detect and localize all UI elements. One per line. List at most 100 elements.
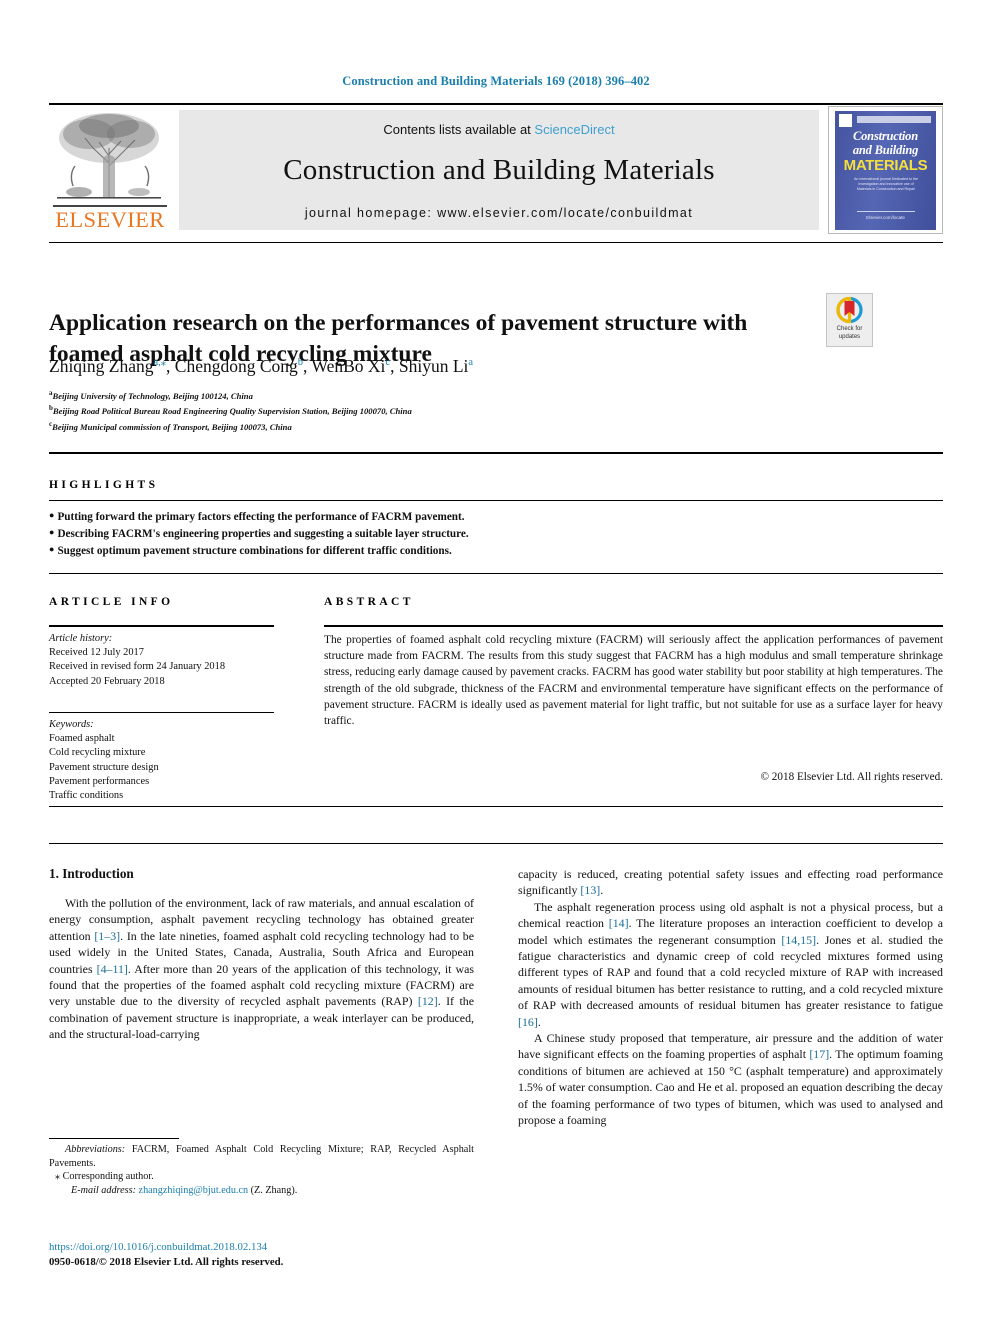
highlights-mid-rule [49,500,943,501]
keywords-list: Keywords: Foamed asphalt Cold recycling … [49,718,299,803]
bullet-icon: ● [49,544,55,555]
highlights-top-rule [49,452,943,454]
affiliation-item: bBeijing Road Political Bureau Road Engi… [49,402,839,417]
article-history-label: Article history: [49,633,113,644]
cover-title-line1: Construction [853,129,918,143]
footnote-block: Abbreviations: FACRM, Foamed Asphalt Col… [49,1143,474,1197]
sciencedirect-link[interactable]: ScienceDirect [534,122,614,137]
citation-ref[interactable]: [17] [809,1047,829,1061]
article-history-item: Received 12 July 2017 [49,647,144,659]
list-item: ● Suggest optimum pavement structure comb… [49,542,649,559]
article-info-heading: ARTICLE INFO [49,596,174,608]
highlight-text: Putting forward the primary factors effe… [57,511,465,523]
author-name[interactable]: Zhiqing Zhang [49,356,154,376]
affiliation-item: aBeijing University of Technology, Beiji… [49,387,839,402]
affiliation-text: Beijing University of Technology, Beijin… [52,390,253,401]
article-info-bottom-rule [49,806,943,807]
highlights-list: ● Putting forward the primary factors eff… [49,508,649,560]
paragraph: capacity is reduced, creating potential … [518,866,943,899]
body-column-left: 1. Introduction With the pollution of th… [49,866,474,1043]
running-head: Construction and Building Materials 169 … [342,74,650,88]
keyword-item: Pavement structure design [49,761,159,773]
article-history-item: Received in revised form 24 January 2018 [49,661,226,673]
cover-top-bar [857,116,931,123]
bullet-icon: ● [49,527,55,538]
abstract-rule [324,625,943,627]
keyword-item: Cold recycling mixture [49,747,146,759]
citation-ref[interactable]: [12] [418,994,438,1008]
contents-available-line: Contents lists available at ScienceDirec… [179,122,819,137]
highlights-bottom-rule [49,573,943,574]
journal-homepage[interactable]: journal homepage: www.elsevier.com/locat… [179,206,819,220]
abstract-text: The properties of foamed asphalt cold re… [324,634,943,728]
cover-title-line3: MATERIALS [843,157,928,174]
paper-page: Construction and Building Materials 169 … [0,0,992,1323]
email-label: E-mail address: [71,1184,136,1196]
highlight-text: Suggest optimum pavement structure combi… [57,545,452,558]
abbreviations-note: Abbreviations: FACRM, Foamed Asphalt Col… [49,1143,474,1170]
keywords-label: Keywords: [49,719,94,730]
citation-ref[interactable]: [14] [609,916,629,930]
section-heading-introduction: 1. Introduction [49,866,134,881]
masthead-top-rule [49,103,943,105]
author-marks: b [297,357,304,369]
paragraph: A Chinese study proposed that temperatur… [518,1030,943,1128]
highlights-heading: HIGHLIGHTS [49,479,159,491]
article-info-rule [49,625,274,627]
para-text: . [537,1014,541,1029]
journal-masthead: ELSEVIER Contents lists available at Sci… [49,106,943,234]
keyword-item: Traffic conditions [49,790,124,802]
list-item: ● Putting forward the primary factors eff… [49,508,649,525]
citation-ref[interactable]: [1–3] [94,929,120,943]
abstract-heading: ABSTRACT [324,596,414,608]
corresponding-author-note: ⁎ Corresponding author. [55,1171,154,1183]
author-name[interactable]: WenBo Xi [311,356,385,376]
journal-cover-art: Construction and Building MATERIALS An i… [835,111,936,230]
crossmark-label: Check for updates [827,326,872,341]
doi-link[interactable]: https://doi.org/10.1016/j.conbuildmat.20… [49,1240,479,1255]
elsevier-wordmark: ELSEVIER [55,207,165,232]
cover-elsevier-mark-icon [839,114,852,127]
citation-ref[interactable]: [13] [580,883,600,897]
author-marks: a [468,357,474,369]
email-note: E-mail address: zhangzhiqing@bjut.edu.cn… [49,1184,474,1198]
paragraph: With the pollution of the environment, l… [49,895,474,1043]
doi-block: https://doi.org/10.1016/j.conbuildmat.20… [49,1240,479,1269]
cover-blurb: An international journal Dedicated to th… [854,177,918,191]
article-history-item: Accepted 20 February 2018 [49,675,165,687]
citation-ref[interactable]: [4–11] [97,962,128,976]
masthead-bottom-rule [49,242,943,243]
affiliation-text: Beijing Municipal commission of Transpor… [52,421,292,432]
author-marks: c [385,357,391,369]
body-column-right: capacity is reduced, creating potential … [518,866,943,1129]
email-link[interactable]: zhangzhiqing@bjut.edu.cn [139,1185,249,1196]
affiliation-list: aBeijing University of Technology, Beiji… [49,387,839,433]
body-top-rule [49,843,943,844]
affiliation-text: Beijing Road Political Bureau Road Engin… [52,406,412,417]
journal-cover-thumbnail[interactable]: Construction and Building MATERIALS An i… [828,106,943,234]
author-list: Zhiqing Zhanga,⁎, Chengdong Congb, WenBo… [49,356,474,376]
crossmark-icon [836,296,863,324]
author-name[interactable]: Chengdong Cong [175,356,298,376]
cover-footer-text: Elsevier.com/locate [866,215,905,220]
author-name[interactable]: Shiyun Li [399,356,469,376]
keyword-item: Foamed asphalt [49,733,115,745]
contents-prefix: Contents lists available at [383,122,535,137]
bullet-icon: ● [49,510,55,520]
affiliation-item: cBeijing Municipal commission of Transpo… [49,418,839,433]
journal-band: Contents lists available at ScienceDirec… [179,110,819,230]
cover-footer-rule [857,211,915,212]
crossmark-line2: updates [838,333,861,340]
paragraph: The asphalt regeneration process using o… [518,899,943,1030]
issn-copyright: 0950-0618/© 2018 Elsevier Ltd. All right… [49,1255,284,1268]
citation-ref[interactable]: [14,15] [781,933,816,947]
abstract-copyright: © 2018 Elsevier Ltd. All rights reserved… [760,771,944,783]
keyword-item: Pavement performances [49,775,150,787]
author-marks: a,⁎ [153,357,167,369]
abbreviations-label: Abbreviations: [65,1144,126,1155]
journal-title: Construction and Building Materials [283,154,715,186]
highlight-text: Describing FACRM's engineering propertie… [57,528,469,541]
elsevier-logo: ELSEVIER [49,108,171,234]
citation-ref[interactable]: [16] [518,1015,538,1029]
crossmark-badge[interactable]: Check for updates [826,293,873,347]
